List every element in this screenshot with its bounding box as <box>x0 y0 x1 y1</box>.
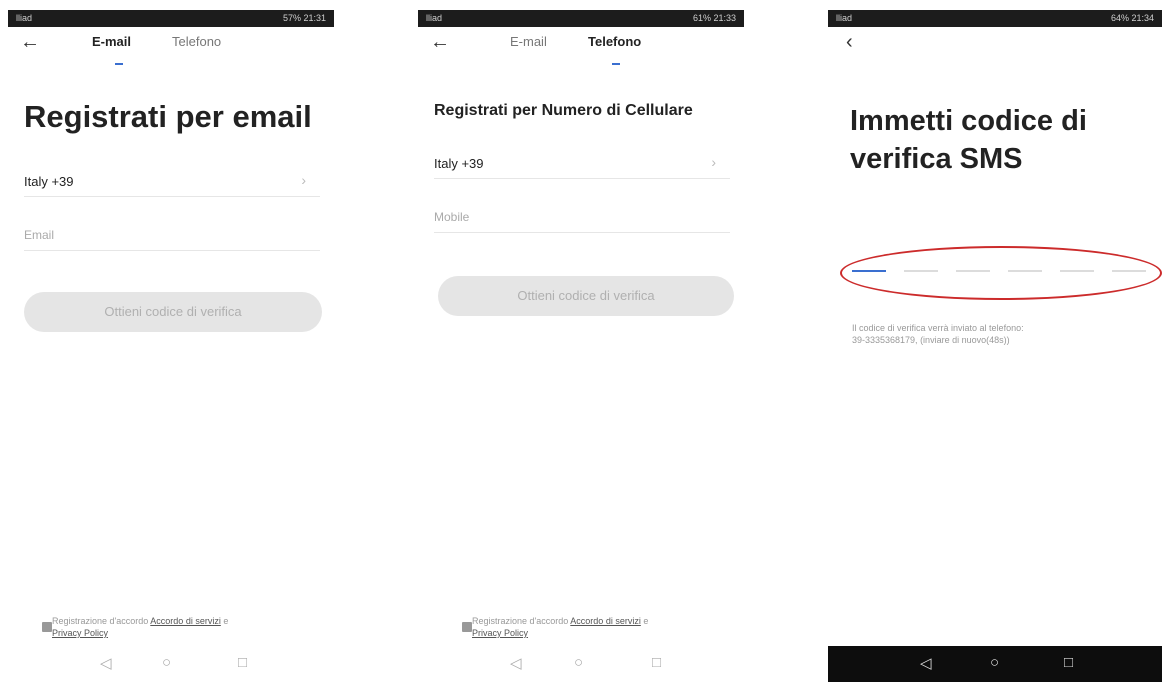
hint-line-1: Il codice di verifica verrà inviato al t… <box>852 323 1024 333</box>
get-code-button[interactable]: Ottieni codice di verifica <box>438 276 734 316</box>
status-info: 61% 21:33 <box>692 13 736 23</box>
sms-hint: Il codice di verifica verrà inviato al t… <box>852 322 1132 346</box>
privacy-policy-link[interactable]: Privacy Policy <box>472 628 528 638</box>
country-code: Italy +39 <box>434 156 484 171</box>
mobile-field[interactable]: Mobile <box>434 202 730 233</box>
page-title: Registrati per Numero di Cellulare <box>434 102 693 119</box>
nav-back-icon[interactable]: ◁ <box>100 654 112 672</box>
terms-checkbox[interactable] <box>462 622 472 632</box>
terms-and: e <box>223 616 229 626</box>
chevron-right-icon: › <box>711 154 716 170</box>
privacy-policy-link[interactable]: Privacy Policy <box>52 628 108 638</box>
tab-email[interactable]: E-mail <box>510 34 547 50</box>
tab-email[interactable]: E-mail <box>92 34 131 50</box>
country-code: Italy +39 <box>24 174 74 189</box>
email-field[interactable]: Email <box>24 220 320 251</box>
back-arrow-icon[interactable]: ← <box>20 30 40 54</box>
terms-agreement: Registrazione d'accordo Accordo di servi… <box>462 615 732 639</box>
page-title: Immetti codice di verifica SMS <box>850 102 1087 178</box>
terms-checkbox[interactable] <box>42 622 52 632</box>
tab-active-indicator <box>612 63 620 65</box>
status-info: 64% 21:34 <box>1110 13 1154 23</box>
android-nav-bar: ◁ ○ □ <box>8 646 334 682</box>
service-agreement-link[interactable]: Accordo di servizi <box>150 616 221 626</box>
service-agreement-link[interactable]: Accordo di servizi <box>570 616 641 626</box>
phone-screen-sms-code: lliad 64% 21:34 ‹ Immetti codice di veri… <box>828 0 1162 682</box>
terms-text: Registrazione d'accordo <box>472 616 569 626</box>
status-bar: lliad 64% 21:34 <box>828 10 1162 27</box>
nav-home-icon[interactable]: ○ <box>162 654 171 671</box>
phone-screen-email: lliad 57% 21:31 ← E-mail Telefono Regist… <box>8 0 334 682</box>
nav-recent-icon[interactable]: □ <box>1064 654 1073 671</box>
status-info: 57% 21:31 <box>282 13 326 23</box>
nav-recent-icon[interactable]: □ <box>652 654 661 671</box>
nav-home-icon[interactable]: ○ <box>990 654 999 671</box>
status-bar: lliad 61% 21:33 <box>418 10 744 27</box>
tab-active-indicator <box>115 63 123 65</box>
nav-home-icon[interactable]: ○ <box>574 654 583 671</box>
resend-link[interactable]: 39-3335368179, (inviare di nuovo(48s)) <box>852 334 1132 346</box>
carrier-label: lliad <box>836 13 853 23</box>
android-nav-bar: ◁ ○ □ <box>828 646 1162 682</box>
phone-screen-phone: lliad 61% 21:33 ← E-mail Telefono Regist… <box>418 0 744 682</box>
page-title: Registrati per email <box>24 99 312 134</box>
chevron-right-icon: › <box>301 172 306 188</box>
status-bar: lliad 57% 21:31 <box>8 10 334 27</box>
terms-agreement: Registrazione d'accordo Accordo di servi… <box>42 615 312 639</box>
email-placeholder: Email <box>24 228 55 242</box>
android-nav-bar: ◁ ○ □ <box>418 646 744 682</box>
get-code-button[interactable]: Ottieni codice di verifica <box>24 292 322 332</box>
country-selector[interactable]: Italy +39 › <box>434 148 730 179</box>
back-arrow-icon[interactable]: ← <box>430 30 450 54</box>
tab-phone[interactable]: Telefono <box>588 34 641 50</box>
chevron-left-icon[interactable]: ‹ <box>846 30 853 54</box>
nav-back-icon[interactable]: ◁ <box>920 654 932 672</box>
tab-phone[interactable]: Telefono <box>172 34 221 50</box>
mobile-placeholder: Mobile <box>434 210 470 224</box>
nav-recent-icon[interactable]: □ <box>238 654 247 671</box>
title-line-1: Immetti codice di <box>850 105 1087 137</box>
terms-text: Registrazione d'accordo <box>52 616 149 626</box>
nav-back-icon[interactable]: ◁ <box>510 654 522 672</box>
title-line-2: verifica SMS <box>850 143 1023 175</box>
carrier-label: lliad <box>426 13 443 23</box>
carrier-label: lliad <box>16 13 33 23</box>
annotation-red-oval <box>840 246 1162 300</box>
country-selector[interactable]: Italy +39 › <box>24 166 320 197</box>
terms-and: e <box>643 616 649 626</box>
